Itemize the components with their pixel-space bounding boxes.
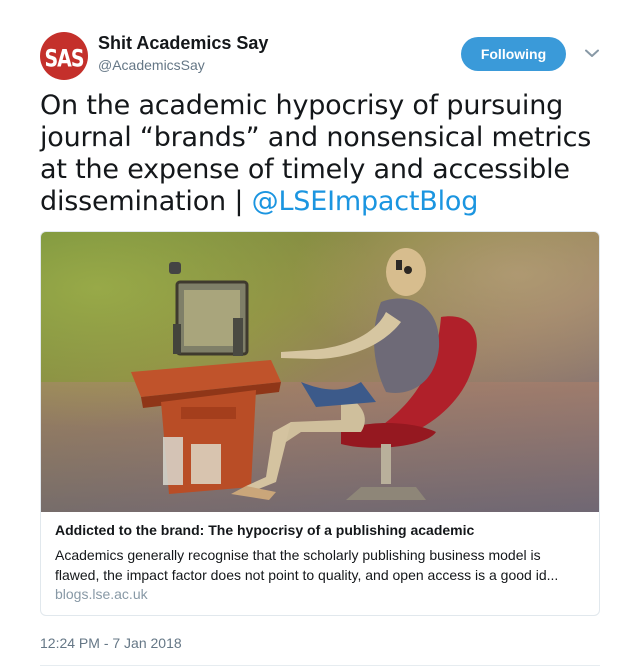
tweet: SAS Shit Academics Say @AcademicsSay Fol… <box>0 0 640 669</box>
card-image[interactable] <box>41 232 599 512</box>
avatar[interactable]: SAS <box>40 32 88 80</box>
mention-link[interactable]: @LSEImpactBlog <box>252 186 479 217</box>
card-domain: blogs.lse.ac.uk <box>55 586 148 602</box>
tweet-timestamp[interactable]: 12:24 PM - 7 Jan 2018 <box>40 635 182 651</box>
link-card[interactable]: Addicted to the brand: The hypocrisy of … <box>40 231 600 616</box>
skeleton-figurine-image <box>41 232 599 512</box>
author-name[interactable]: Shit Academics Say <box>98 33 268 54</box>
tweet-text: On the academic hypocrisy of pursuing jo… <box>40 90 600 218</box>
avatar-logo-text: SAS <box>44 45 84 73</box>
card-description: Academics generally recognise that the s… <box>55 547 559 583</box>
following-button[interactable]: Following <box>461 37 566 71</box>
divider <box>40 665 600 666</box>
chevron-down-icon[interactable] <box>582 44 602 62</box>
author-handle[interactable]: @AcademicsSay <box>98 57 205 73</box>
card-title[interactable]: Addicted to the brand: The hypocrisy of … <box>55 522 585 538</box>
